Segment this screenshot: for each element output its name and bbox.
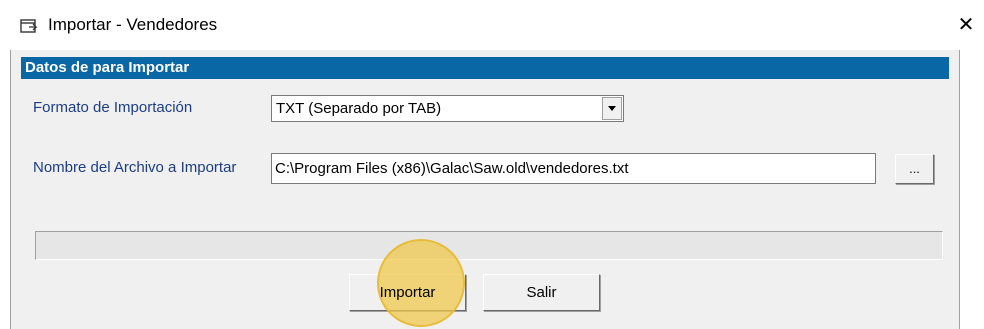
close-icon: ✕ [957,14,975,36]
import-dialog-window: Importar - Vendedores ✕ Datos de para Im… [0,0,984,329]
salir-button[interactable]: Salir [483,274,600,311]
format-select[interactable]: TXT (Separado por TAB) [271,95,624,122]
browse-button[interactable]: ... [895,154,934,184]
window-title: Importar - Vendedores [48,15,218,34]
salir-button-label: Salir [526,284,557,301]
file-path-input[interactable]: C:\Program Files (x86)\Galac\Saw.old\ven… [271,153,876,184]
title-bar: Importar - Vendedores ✕ [0,0,984,50]
chevron-down-icon[interactable] [602,97,622,120]
importar-button[interactable]: Importar [349,274,466,311]
format-select-value: TXT (Separado por TAB) [276,100,442,117]
format-label: Formato de Importación [33,99,193,116]
section-header: Datos de para Importar [21,57,949,79]
file-name-label: Nombre del Archivo a Importar [33,159,237,176]
dialog-content: Datos de para Importar Formato de Import… [10,50,960,329]
close-button[interactable]: ✕ [952,10,980,40]
window-icon [20,19,38,33]
progress-bar [35,231,943,260]
importar-button-label: Importar [379,284,436,301]
